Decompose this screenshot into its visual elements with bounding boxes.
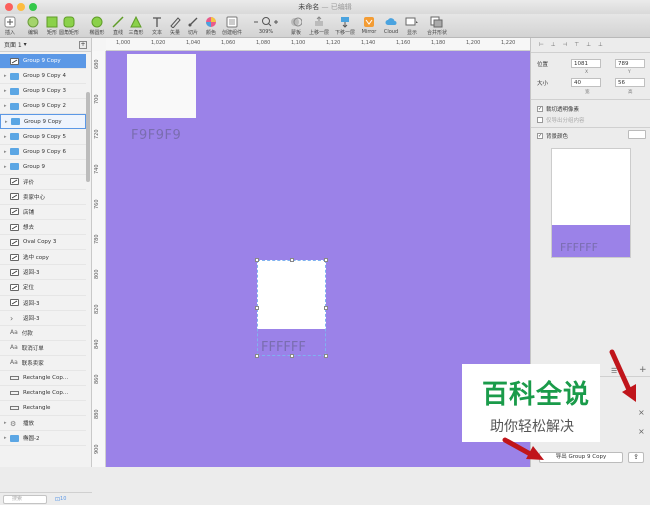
layer-search-input[interactable]: 搜索 (3, 494, 47, 504)
annotation-arrows (502, 349, 636, 460)
red-arrow-bottom (502, 437, 535, 458)
red-arrow-top (609, 349, 633, 395)
sidebar-footer: 搜索 ⊡ 10 (0, 492, 92, 505)
layer-count: 10 (60, 496, 67, 502)
